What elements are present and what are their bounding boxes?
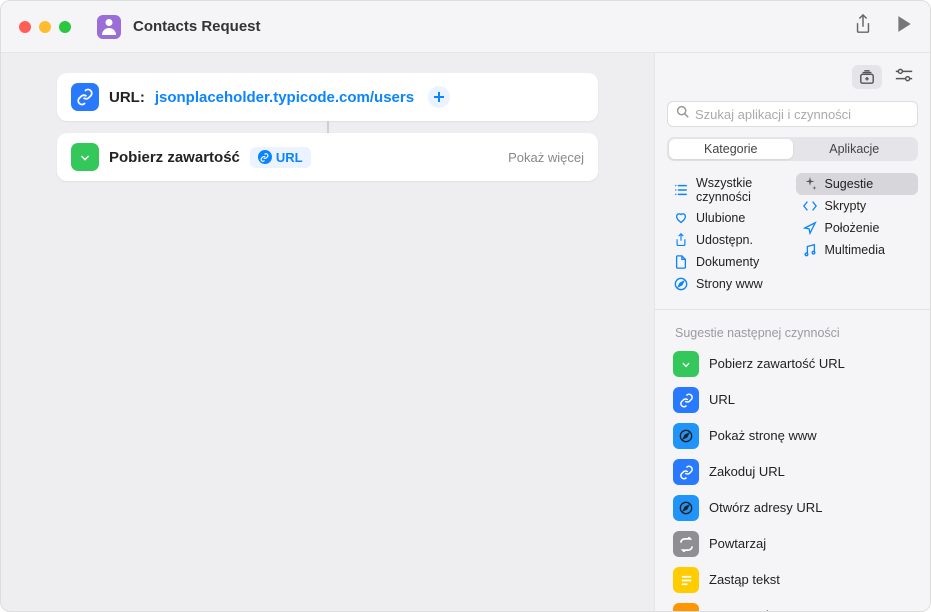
category-label: Strony www (696, 277, 763, 291)
category-strony-www[interactable]: Strony www (667, 273, 790, 295)
workflow-canvas[interactable]: URL: jsonplaceholder.typicode.com/users … (1, 53, 654, 611)
var-icon: x (673, 603, 699, 611)
get-contents-action-card[interactable]: Pobierz zawartość URL Pokaż więcej (57, 133, 598, 181)
titlebar: Contacts Request (1, 1, 930, 53)
window-body: URL: jsonplaceholder.typicode.com/users … (1, 53, 930, 611)
suggestion-label: Pokaż stronę www (709, 428, 817, 444)
suggestion-label: Pobierz zawartość URL (709, 356, 845, 372)
share-icon (673, 232, 689, 248)
suggestion-label: Zastąp tekst (709, 572, 780, 588)
share-button[interactable] (854, 14, 872, 39)
search-icon (676, 105, 689, 123)
search-input[interactable] (695, 107, 909, 122)
category-label: Ulubione (696, 211, 745, 225)
text-icon (673, 567, 699, 593)
add-url-button[interactable] (428, 86, 450, 108)
connector-line (327, 121, 329, 133)
link-icon (673, 459, 699, 485)
url-value[interactable]: jsonplaceholder.typicode.com/users (155, 89, 414, 106)
sidebar-toolbar (655, 53, 930, 101)
link-icon (258, 150, 272, 164)
sparkle-icon (802, 176, 818, 192)
suggestion-label: URL (709, 392, 735, 408)
category-skrypty[interactable]: Skrypty (796, 195, 919, 217)
safari-icon (673, 276, 689, 292)
divider (655, 309, 930, 310)
location-icon (802, 220, 818, 236)
segment-applications[interactable]: Aplikacje (793, 139, 917, 159)
category-udostępn.[interactable]: Udostępn. (667, 229, 790, 251)
suggestion-label: Zakoduj URL (709, 464, 785, 480)
download-icon (71, 143, 99, 171)
suggestion-label: Powtarzaj (709, 536, 766, 552)
heart-icon (673, 210, 689, 226)
suggestion-label: Ustaw zmienną (709, 608, 798, 611)
suggestion-item[interactable]: Zakoduj URL (663, 454, 922, 490)
url-label: URL: (109, 89, 145, 106)
suggestion-item[interactable]: x Ustaw zmienną (663, 598, 922, 611)
category-label: Multimedia (825, 243, 885, 257)
category-ulubione[interactable]: Ulubione (667, 207, 790, 229)
link-icon (673, 387, 699, 413)
url-action-card[interactable]: URL: jsonplaceholder.typicode.com/users (57, 73, 598, 121)
link-icon (71, 83, 99, 111)
suggestion-item[interactable]: Zastąp tekst (663, 562, 922, 598)
action-title: Pobierz zawartość (109, 149, 240, 166)
suggestion-item[interactable]: URL (663, 382, 922, 418)
settings-button[interactable] (894, 67, 914, 88)
shortcut-icon (97, 15, 121, 39)
category-sugestie[interactable]: Sugestie (796, 173, 919, 195)
variable-chip[interactable]: URL (250, 147, 311, 168)
search-field[interactable] (667, 101, 918, 127)
suggestions-header: Sugestie następnej czynności (655, 312, 930, 346)
media-icon (802, 242, 818, 258)
suggestion-item[interactable]: Powtarzaj (663, 526, 922, 562)
segment-control: Kategorie Aplikacje (667, 137, 918, 161)
fullscreen-window-button[interactable] (59, 21, 71, 33)
minimize-window-button[interactable] (39, 21, 51, 33)
category-label: Wszystkie czynności (696, 176, 784, 204)
variable-name: URL (276, 150, 303, 165)
show-more-button[interactable]: Pokaż więcej (508, 150, 584, 165)
toolbar-actions (854, 14, 912, 39)
sidebar: Kategorie Aplikacje Wszystkie czynności U… (654, 53, 930, 611)
category-wszystkie-czynności[interactable]: Wszystkie czynności (667, 173, 790, 207)
category-label: Sugestie (825, 177, 874, 191)
suggestion-label: Otwórz adresy URL (709, 500, 822, 516)
doc-icon (673, 254, 689, 270)
category-położenie[interactable]: Położenie (796, 217, 919, 239)
suggestions-list: Pobierz zawartość URL URL Pokaż stronę www… (655, 346, 930, 611)
run-button[interactable] (896, 15, 912, 38)
suggestion-item[interactable]: Pokaż stronę www (663, 418, 922, 454)
category-label: Skrypty (825, 199, 867, 213)
category-list: Wszystkie czynności Ulubione Udostępn. Doku… (655, 171, 930, 305)
library-button[interactable] (852, 65, 882, 89)
category-dokumenty[interactable]: Dokumenty (667, 251, 790, 273)
window: Contacts Request URL: jsonplaceholder.ty… (0, 0, 931, 612)
category-label: Udostępn. (696, 233, 753, 247)
safari-icon (673, 423, 699, 449)
window-title: Contacts Request (133, 18, 261, 35)
segment-categories[interactable]: Kategorie (669, 139, 793, 159)
suggestion-item[interactable]: Pobierz zawartość URL (663, 346, 922, 382)
category-label: Dokumenty (696, 255, 759, 269)
download-icon (673, 351, 699, 377)
suggestion-item[interactable]: Otwórz adresy URL (663, 490, 922, 526)
list-icon (673, 182, 689, 198)
category-multimedia[interactable]: Multimedia (796, 239, 919, 261)
safari-icon (673, 495, 699, 521)
script-icon (802, 198, 818, 214)
category-label: Położenie (825, 221, 880, 235)
close-window-button[interactable] (19, 21, 31, 33)
window-controls (19, 21, 71, 33)
repeat-icon (673, 531, 699, 557)
